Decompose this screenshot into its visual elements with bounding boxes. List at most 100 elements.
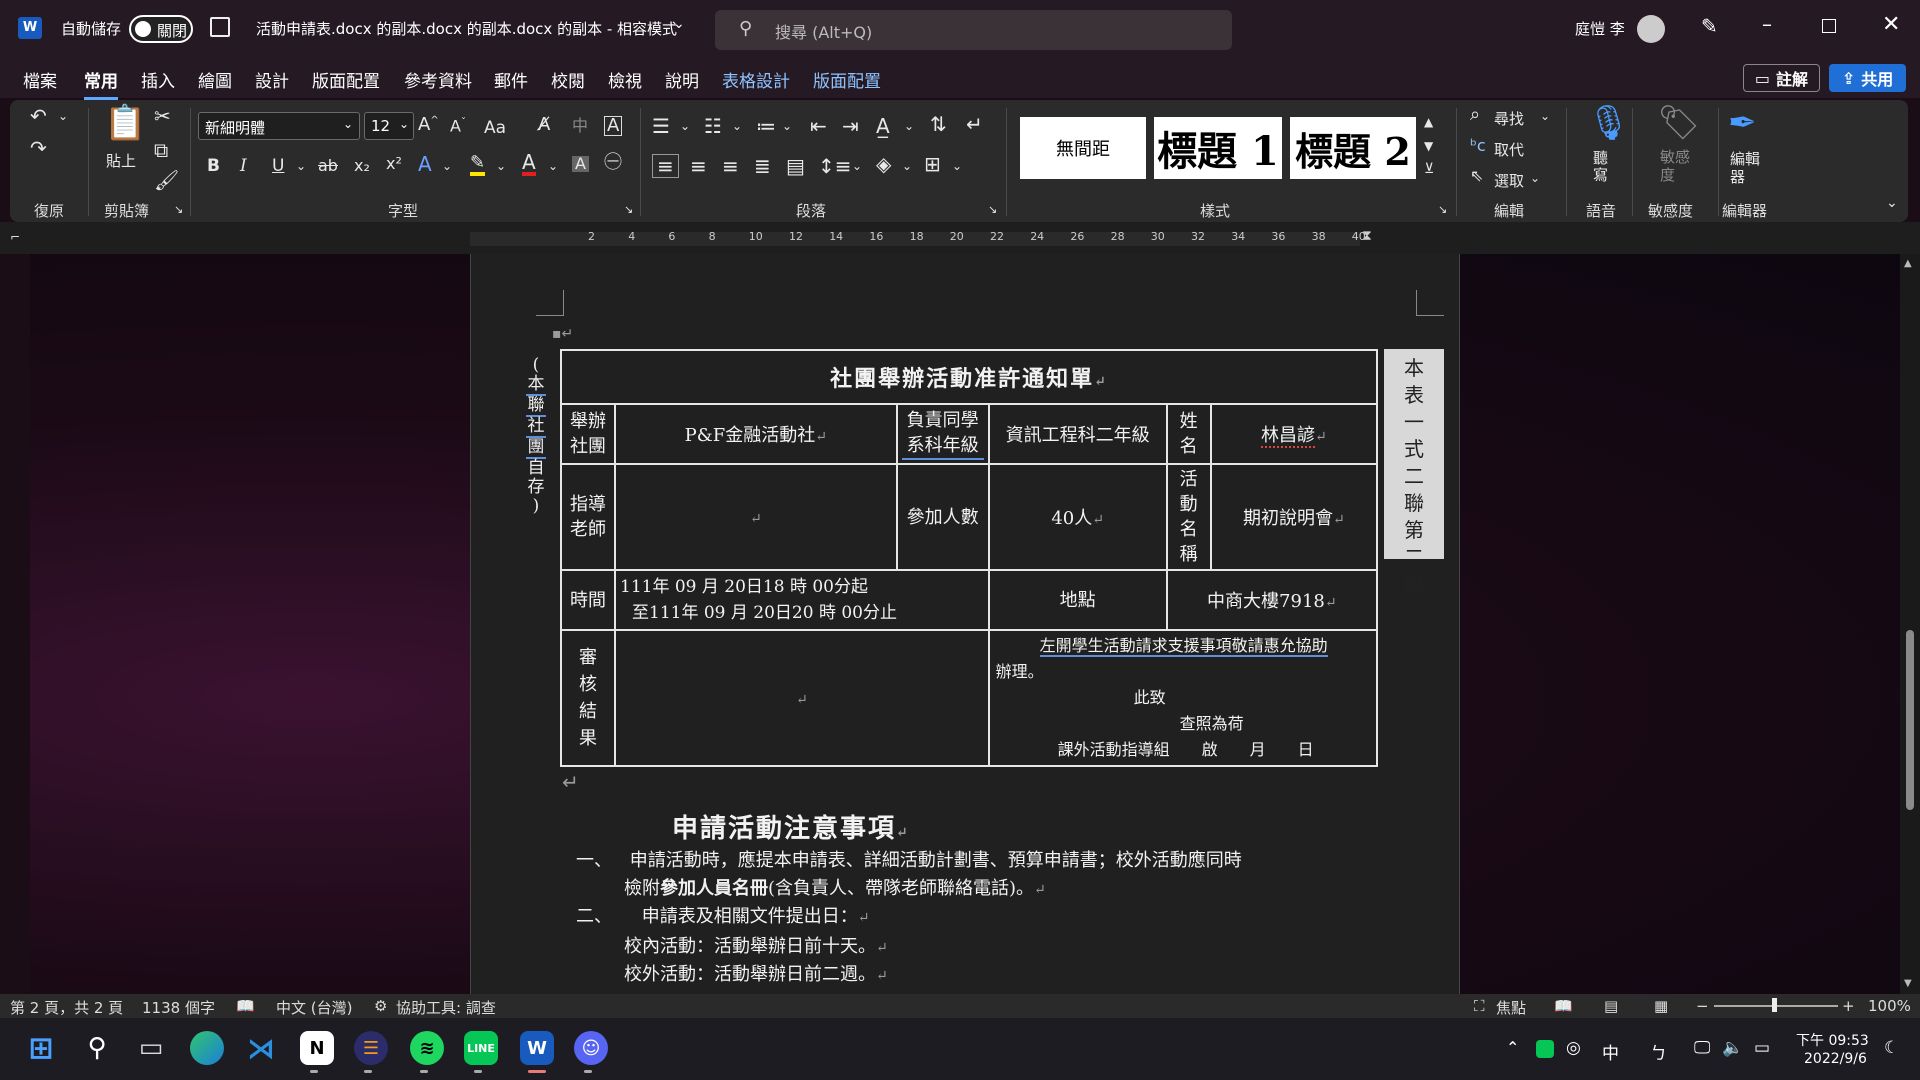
chevron-down-icon[interactable]: ⌄ <box>732 120 742 132</box>
camera-tray-icon[interactable]: ◎ <box>1566 1038 1581 1058</box>
leader-label-cell[interactable]: 負責同學 系科年級 <box>895 403 990 465</box>
tab-draw[interactable]: 繪圖 <box>198 67 232 92</box>
scroll-thumb[interactable] <box>1906 630 1914 810</box>
microphone-icon[interactable]: 🎙 <box>1587 106 1630 140</box>
font-name-combo[interactable]: 新細明體 ⌄ <box>198 112 360 140</box>
show-marks-icon[interactable]: ↵ <box>966 114 983 134</box>
eclipse-icon[interactable]: ☰ <box>354 1031 388 1065</box>
align-left-icon[interactable]: ≡ <box>652 154 679 178</box>
document-title[interactable]: 活動申請表.docx 的副本.docx 的副本.docx 的副本 - 相容模式 <box>256 18 677 39</box>
note-item[interactable]: 校內活動：活動舉辦日前十天。↵ <box>624 932 888 958</box>
pen-icon[interactable]: ✎ <box>1701 14 1718 38</box>
underline-button[interactable]: U <box>272 156 284 176</box>
borders-icon[interactable]: ⊞ <box>924 154 941 174</box>
styles-more-icon[interactable]: ⊻ <box>1424 162 1434 176</box>
chevron-down-icon[interactable]: ⌄ <box>1530 172 1540 184</box>
windows-start-icon[interactable]: ⊞ <box>24 1031 58 1066</box>
tab-home[interactable]: 常用 <box>84 67 118 100</box>
chevron-down-icon[interactable]: ⌄ <box>1540 110 1550 122</box>
replace-icon[interactable]: ᵇc <box>1470 138 1486 154</box>
align-right-icon[interactable]: ≡ <box>722 156 739 176</box>
find-button[interactable]: 尋找 <box>1494 108 1524 129</box>
align-center-icon[interactable]: ≡ <box>690 156 707 176</box>
decrease-indent-icon[interactable]: ⇤ <box>810 116 827 136</box>
superscript-icon[interactable]: x² <box>386 156 402 172</box>
name-label-cell[interactable]: 姓名 <box>1165 403 1212 465</box>
advisor-value-cell[interactable]: ↵ <box>614 463 898 571</box>
review-label-cell[interactable]: 審 核 結 果 <box>560 629 616 767</box>
dialog-launcher-icon[interactable]: ↘ <box>988 204 997 215</box>
justify-icon[interactable]: ≣ <box>754 156 771 176</box>
review-result-cell[interactable]: ↵ <box>614 629 990 767</box>
notes-title[interactable]: 申請活動注意事項↵ <box>672 808 910 845</box>
editor-icon[interactable]: ✒ <box>1728 106 1757 140</box>
subscript-icon[interactable]: x₂ <box>354 158 370 174</box>
search-icon[interactable]: ⚲ <box>80 1031 114 1065</box>
participants-value-cell[interactable]: 40人↵ <box>987 463 1168 571</box>
battery-icon[interactable]: ▭ <box>1754 1038 1770 1058</box>
tab-table-layout[interactable]: 版面配置 <box>813 67 881 92</box>
language[interactable]: 中文 (台灣) <box>276 997 352 1018</box>
chevron-down-icon[interactable]: ⌄ <box>673 16 685 32</box>
restore-icon[interactable] <box>1822 19 1836 33</box>
tab-mailings[interactable]: 郵件 <box>494 67 528 92</box>
spotify-icon[interactable]: ≋ <box>410 1031 444 1065</box>
avatar[interactable] <box>1637 15 1665 43</box>
undo-icon[interactable]: ↶ <box>30 106 47 126</box>
close-icon[interactable]: ✕ <box>1882 12 1900 37</box>
ime-mode-icon[interactable]: ㄅ <box>1650 1039 1667 1064</box>
print-layout-icon[interactable]: ▤ <box>1604 997 1618 1015</box>
note-item[interactable]: 一、 申請活動時，應提本申請表、詳細活動計劃書、預算申請書；校外活動應同時 <box>576 846 1242 872</box>
volume-icon[interactable]: 🔈 <box>1722 1038 1743 1058</box>
chevron-down-icon[interactable]: ⌄ <box>904 120 914 132</box>
chevron-down-icon[interactable]: ⌄ <box>442 160 452 172</box>
change-case-button[interactable]: Aa <box>484 118 506 138</box>
paste-icon[interactable]: 📋 <box>104 106 146 140</box>
word-count[interactable]: 1138 個字 <box>142 997 215 1018</box>
activity-label-cell[interactable]: 活動名稱 <box>1165 463 1212 571</box>
table-title-cell[interactable]: 社團舉辦活動准許通知單↵ <box>560 349 1378 405</box>
chevron-down-icon[interactable]: ⌄ <box>902 160 912 172</box>
activity-value-cell[interactable]: 期初說明會↵ <box>1209 463 1379 571</box>
tab-references[interactable]: 參考資料 <box>404 67 472 92</box>
file-explorer-icon[interactable]: ▭ <box>134 1031 168 1065</box>
word-taskbar-icon[interactable]: W <box>520 1031 554 1065</box>
dialog-launcher-icon[interactable]: ↘ <box>624 204 633 215</box>
network-icon[interactable]: 🖵 <box>1694 1038 1710 1058</box>
time-value-cell[interactable]: 111年 09 月 20日18 時 00分起 至111年 09 月 20日20 … <box>614 569 990 631</box>
tab-table-design[interactable]: 表格設計 <box>722 67 790 92</box>
note-item[interactable]: 檢附參加人員名冊(含負責人、帶隊老師聯絡電話)。↵ <box>624 874 1046 900</box>
tray-chevron-icon[interactable]: ⌃ <box>1506 1038 1519 1057</box>
clock-date[interactable]: 2022/9/6 <box>1804 1051 1867 1067</box>
tab-help[interactable]: 說明 <box>665 67 699 92</box>
char-border-icon[interactable]: A <box>604 116 623 136</box>
chevron-down-icon[interactable]: ⌄ <box>852 160 862 172</box>
indent-marker-icon[interactable]: ⧗ <box>1362 228 1372 244</box>
select-icon[interactable]: ⇖ <box>1470 168 1483 184</box>
style-heading-2[interactable]: 標題 2 <box>1290 117 1416 179</box>
redo-icon[interactable]: ↷ <box>30 138 47 158</box>
location-label-cell[interactable]: 地點 <box>987 569 1168 631</box>
line-spacing-icon[interactable]: ↕≡ <box>818 156 852 176</box>
chevron-down-icon[interactable]: ⌄ <box>952 160 962 172</box>
note-item[interactable]: 二、 申請表及相關文件提出日：↵ <box>576 902 869 928</box>
line-tray-icon[interactable] <box>1536 1040 1554 1058</box>
tab-insert[interactable]: 插入 <box>141 67 175 92</box>
char-shading-icon[interactable]: A <box>572 156 589 172</box>
page-count[interactable]: 第 2 頁，共 2 頁 <box>10 997 123 1018</box>
dialog-launcher-icon[interactable]: ↘ <box>174 204 183 215</box>
shading-icon[interactable]: ◈ <box>876 154 891 174</box>
bullets-icon[interactable]: ☰ <box>652 116 670 136</box>
tab-design[interactable]: 設計 <box>255 67 289 92</box>
location-value-cell[interactable]: 中商大樓7918↵ <box>1165 569 1379 631</box>
paste-label[interactable]: 貼上 <box>106 150 136 171</box>
vertical-scrollbar[interactable] <box>1900 254 1920 994</box>
proofing-icon[interactable]: 📖 <box>236 997 255 1015</box>
dialog-launcher-icon[interactable]: ↘ <box>1438 204 1447 215</box>
name-value-cell[interactable]: 林昌諺↵ <box>1209 403 1379 465</box>
replace-button[interactable]: 取代 <box>1494 139 1524 160</box>
find-icon[interactable]: ⌕ <box>1470 106 1480 124</box>
zoom-level[interactable]: 100% <box>1868 997 1911 1015</box>
chevron-down-icon[interactable]: ⌄ <box>782 120 792 132</box>
scroll-up-icon[interactable]: ▲ <box>1904 258 1912 269</box>
